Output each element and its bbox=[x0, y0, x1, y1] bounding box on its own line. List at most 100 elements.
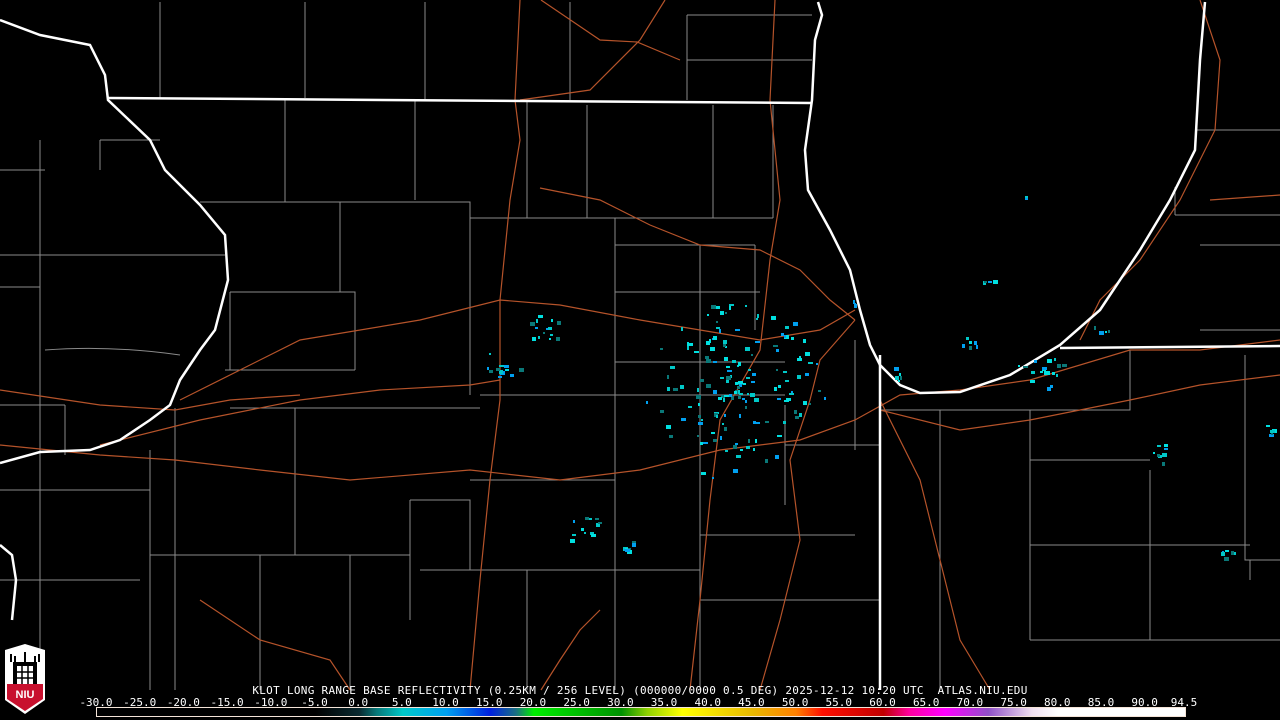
echo-pixel bbox=[519, 368, 524, 372]
echo-pixel bbox=[1057, 364, 1061, 368]
radar-map[interactable] bbox=[0, 0, 1280, 720]
echo-pixel bbox=[734, 391, 737, 394]
echo-pixel bbox=[854, 303, 856, 305]
echo-pixel bbox=[771, 316, 776, 320]
echo-pixel bbox=[720, 377, 724, 379]
echo-pixel bbox=[781, 333, 784, 336]
echo-pixel bbox=[743, 383, 746, 385]
echo-pixel bbox=[697, 388, 699, 392]
echo-pixel bbox=[573, 520, 575, 523]
echo-pixel bbox=[784, 335, 786, 338]
echo-pixel bbox=[753, 421, 756, 424]
echo-pixel bbox=[899, 373, 901, 376]
echo-pixel bbox=[700, 379, 704, 382]
echo-pixel bbox=[738, 362, 741, 366]
echo-pixel bbox=[745, 406, 747, 409]
reflectivity-colorbar bbox=[96, 707, 1186, 717]
echo-pixel bbox=[716, 327, 720, 329]
echo-pixel bbox=[1034, 360, 1037, 363]
echo-pixel bbox=[504, 365, 509, 368]
echo-pixel bbox=[701, 419, 703, 421]
echo-pixel bbox=[720, 436, 722, 440]
echo-pixel bbox=[725, 312, 727, 314]
echo-pixel bbox=[706, 384, 711, 388]
echo-pixel bbox=[646, 401, 648, 404]
echo-pixel bbox=[698, 403, 700, 406]
echo-pixel bbox=[894, 367, 899, 371]
echo-pixel bbox=[774, 387, 777, 391]
echo-pixel bbox=[785, 326, 789, 329]
echo-pixel bbox=[707, 314, 709, 316]
echo-pixel bbox=[740, 449, 743, 451]
echo-pixel bbox=[805, 352, 810, 356]
echo-pixel bbox=[1266, 425, 1270, 427]
echo-pixel bbox=[700, 442, 703, 445]
echo-pixel bbox=[751, 381, 755, 383]
echo-pixel bbox=[687, 342, 689, 346]
echo-pixel bbox=[632, 543, 636, 547]
echo-pixel bbox=[688, 406, 692, 408]
echo-pixel bbox=[803, 339, 806, 343]
echo-pixel bbox=[776, 369, 778, 371]
echo-pixel bbox=[738, 396, 741, 399]
echo-pixel bbox=[745, 400, 747, 403]
echo-pixel bbox=[737, 386, 740, 389]
echo-pixel bbox=[735, 382, 738, 385]
echo-pixel bbox=[538, 336, 540, 339]
echo-pixel bbox=[1031, 371, 1035, 374]
echo-pixel bbox=[724, 357, 728, 361]
echo-pixel bbox=[724, 414, 726, 417]
echo-pixel bbox=[726, 376, 731, 380]
echo-pixel bbox=[898, 380, 900, 382]
echo-pixel bbox=[489, 370, 493, 373]
echo-pixel bbox=[536, 319, 538, 323]
echo-pixel bbox=[1157, 454, 1160, 457]
echo-pixel bbox=[1231, 551, 1234, 555]
echo-pixel bbox=[1164, 448, 1168, 450]
echo-pixel bbox=[755, 341, 760, 343]
echo-pixel bbox=[716, 321, 718, 323]
echo-pixel bbox=[808, 362, 813, 364]
echo-pixel bbox=[895, 376, 899, 380]
echo-pixel bbox=[724, 395, 729, 397]
echo-pixel bbox=[710, 347, 715, 351]
echo-pixel bbox=[1062, 364, 1067, 367]
echo-pixel bbox=[755, 439, 757, 443]
echo-pixel bbox=[993, 280, 998, 284]
echo-pixel bbox=[701, 472, 706, 475]
state-borders bbox=[0, 1, 1280, 690]
echo-pixel bbox=[696, 395, 701, 399]
echo-pixel bbox=[775, 455, 779, 459]
echo-pixel bbox=[716, 415, 718, 418]
echo-pixel bbox=[746, 377, 750, 379]
echo-pixel bbox=[694, 351, 699, 353]
echo-pixel bbox=[584, 532, 586, 534]
echo-pixel bbox=[532, 337, 536, 341]
echo-pixel bbox=[789, 393, 794, 395]
echo-pixel bbox=[719, 329, 721, 333]
echo-pixel bbox=[765, 421, 769, 423]
echo-pixel bbox=[726, 380, 729, 383]
echo-pixel bbox=[754, 398, 759, 402]
echo-pixel bbox=[752, 373, 756, 376]
echo-pixel bbox=[722, 423, 724, 425]
echo-pixel bbox=[706, 359, 711, 363]
echo-pixel bbox=[669, 435, 673, 438]
echo-pixel bbox=[795, 416, 799, 419]
echo-pixel bbox=[735, 329, 740, 331]
echo-pixel bbox=[753, 448, 755, 451]
echo-pixel bbox=[666, 425, 671, 429]
echo-pixel bbox=[550, 334, 553, 336]
echo-pixel bbox=[673, 388, 678, 391]
highways bbox=[0, 0, 1280, 691]
echo-pixel bbox=[1040, 371, 1043, 373]
echo-pixel bbox=[667, 375, 669, 379]
echo-pixel bbox=[785, 380, 789, 382]
echo-pixel bbox=[1047, 387, 1051, 391]
echo-pixel bbox=[784, 400, 789, 402]
echo-pixel bbox=[799, 413, 802, 417]
echo-pixel bbox=[824, 397, 826, 400]
echo-pixel bbox=[962, 344, 965, 348]
echo-pixel bbox=[538, 315, 543, 318]
echo-pixel bbox=[984, 281, 987, 283]
